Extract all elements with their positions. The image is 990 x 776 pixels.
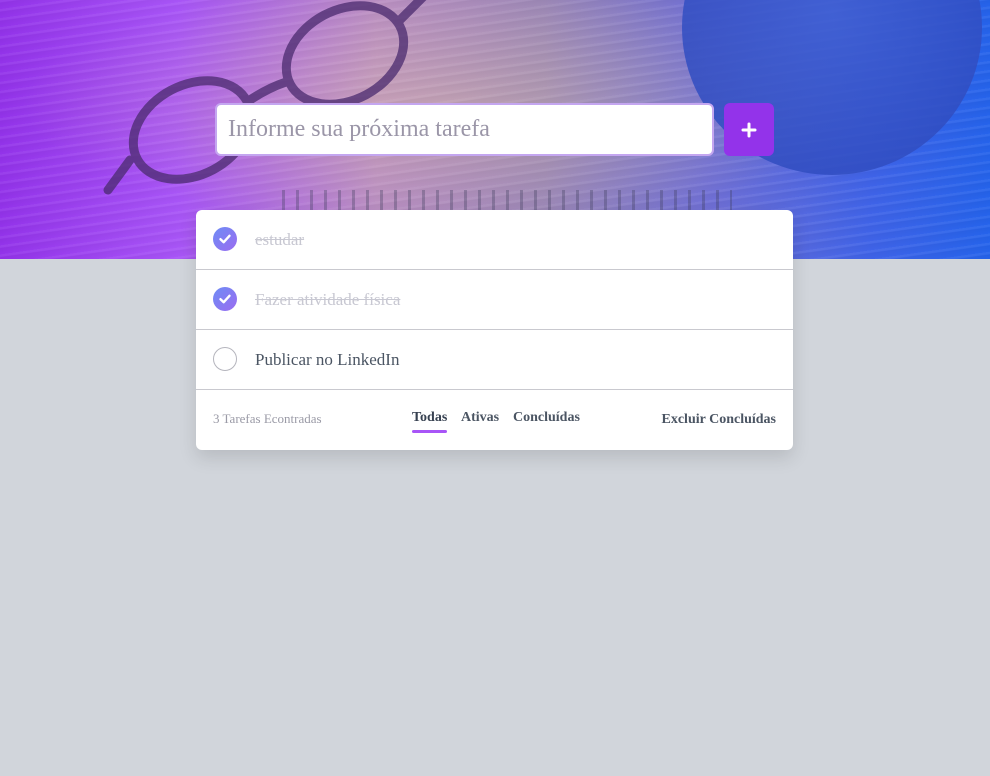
new-task-input[interactable] <box>215 103 714 156</box>
task-label[interactable]: Publicar no LinkedIn <box>255 349 399 371</box>
plus-icon <box>741 122 757 137</box>
notebook-spiral-image <box>282 190 732 210</box>
task-row: estudar <box>196 210 793 270</box>
checkmark-icon <box>219 294 231 304</box>
glasses-image <box>103 0 427 195</box>
task-list-card: estudar Fazer atividade física Publicar … <box>196 210 793 450</box>
filter-active[interactable]: Ativas <box>461 410 499 426</box>
clear-completed-button[interactable]: Excluir Concluídas <box>662 412 777 428</box>
task-label[interactable]: estudar <box>255 229 304 251</box>
task-checkbox[interactable] <box>213 227 237 251</box>
filter-all[interactable]: Todas <box>412 410 447 426</box>
task-row: Publicar no LinkedIn <box>196 330 793 390</box>
task-row: Fazer atividade física <box>196 270 793 330</box>
task-checkbox[interactable] <box>213 347 237 371</box>
task-checkbox[interactable] <box>213 287 237 311</box>
task-label[interactable]: Fazer atividade física <box>255 289 400 311</box>
add-task-button[interactable] <box>724 103 774 156</box>
task-count: 3 Tarefas Econtradas <box>213 411 322 426</box>
filter-completed[interactable]: Concluídas <box>513 410 580 426</box>
checkmark-icon <box>219 234 231 244</box>
new-task-form <box>215 103 775 156</box>
active-filter-indicator <box>412 430 447 433</box>
